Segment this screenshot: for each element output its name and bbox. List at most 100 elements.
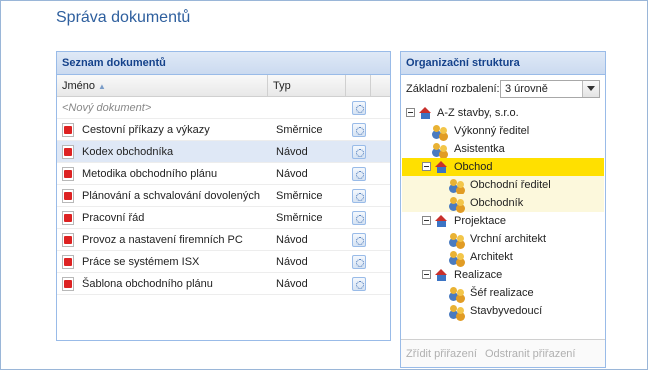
document-name: Šablona obchodního plánu <box>82 278 213 290</box>
table-row[interactable]: Práce se systémem ISX Návod <box>57 251 390 273</box>
table-row[interactable]: Plánování a schvalování dovolených Směrn… <box>57 185 390 207</box>
tree-node[interactable]: Architekt <box>402 248 604 266</box>
document-name: Cestovní příkazy a výkazy <box>82 124 210 136</box>
tree-node-label: Projektace <box>454 215 506 227</box>
table-row[interactable]: Metodika obchodního plánu Návod <box>57 163 390 185</box>
table-row[interactable]: Šablona obchodního plánu Návod <box>57 273 390 295</box>
org-tree: A-Z stavby, s.r.o. Výkonný ředitel Asist… <box>402 104 604 320</box>
tree-node-label: A-Z stavby, s.r.o. <box>437 107 519 119</box>
tree-node-label: Vrchní architekt <box>470 233 547 245</box>
people-icon <box>433 142 449 156</box>
pdf-icon <box>62 277 74 291</box>
tree-node-label: Výkonný ředitel <box>454 125 530 137</box>
pdf-icon <box>62 255 74 269</box>
sort-ascending-icon: ▲ <box>98 82 106 91</box>
tree-node[interactable]: Realizace <box>402 266 604 284</box>
tree-node[interactable]: Šéf realizace <box>402 284 604 302</box>
pdf-icon <box>62 211 74 225</box>
document-name: Kodex obchodníka <box>82 146 174 158</box>
expand-level-row: Základní rozbalení: 3 úrovně <box>401 78 605 102</box>
pdf-icon <box>62 145 74 159</box>
document-name: Pracovní řád <box>82 212 145 224</box>
document-name: Plánování a schvalování dovolených <box>82 190 260 202</box>
document-name: Provoz a nastavení firemních PC <box>82 234 243 246</box>
document-type: Směrnice <box>276 212 323 224</box>
settings-icon[interactable] <box>352 277 366 291</box>
settings-icon[interactable] <box>352 167 366 181</box>
org-panel-footer: Zřídit přiřazení Odstranit přiřazení <box>401 339 605 367</box>
table-row[interactable]: Cestovní příkazy a výkazy Směrnice <box>57 119 390 141</box>
tree-node-label: Asistentka <box>454 143 505 155</box>
document-type: Návod <box>276 256 308 268</box>
department-icon <box>435 269 448 281</box>
settings-icon[interactable] <box>352 189 366 203</box>
expand-level-value: 3 úrovně <box>505 83 548 95</box>
settings-icon[interactable] <box>352 233 366 247</box>
people-icon <box>450 232 466 246</box>
column-header-actions <box>346 75 371 97</box>
column-header-name[interactable]: Jméno ▲ <box>57 75 268 97</box>
document-type: Návod <box>276 168 308 180</box>
column-header-type-label: Typ <box>273 80 291 92</box>
tree-node-label: Stavbyvedoucí <box>470 305 543 317</box>
department-icon <box>435 215 448 227</box>
document-type: Návod <box>276 278 308 290</box>
document-name: Metodika obchodního plánu <box>82 168 218 180</box>
tree-node-selected[interactable]: Obchod <box>402 158 604 176</box>
document-type: Návod <box>276 146 308 158</box>
collapse-toggle-icon[interactable] <box>406 108 415 117</box>
remove-assignment-button[interactable]: Odstranit přiřazení <box>485 348 575 360</box>
tree-node[interactable]: Projektace <box>402 212 604 230</box>
org-structure-panel: Organizační struktura Základní rozbalení… <box>400 51 606 368</box>
people-icon <box>450 250 466 264</box>
collapse-toggle-icon[interactable] <box>422 270 431 279</box>
people-icon <box>450 304 466 318</box>
documents-panel: Seznam dokumentů Jméno ▲ Typ <Nový dokume… <box>56 51 391 341</box>
settings-icon[interactable] <box>352 123 366 137</box>
settings-icon[interactable] <box>352 101 366 115</box>
company-icon <box>419 107 432 119</box>
people-icon <box>450 196 466 210</box>
collapse-toggle-icon[interactable] <box>422 162 431 171</box>
page-title: Správa dokumentů <box>56 9 191 26</box>
table-row[interactable]: Kodex obchodníka Návod <box>57 141 390 163</box>
pdf-icon <box>62 123 74 137</box>
people-icon <box>450 286 466 300</box>
table-row[interactable]: Pracovní řád Směrnice <box>57 207 390 229</box>
org-panel-title: Organizační struktura <box>401 52 605 75</box>
pdf-icon <box>62 167 74 181</box>
column-header-name-label: Jméno <box>62 80 96 92</box>
table-row[interactable]: Provoz a nastavení firemních PC Návod <box>57 229 390 251</box>
tree-node[interactable]: Stavbyvedoucí <box>402 302 604 320</box>
tree-node[interactable]: Obchodník <box>402 194 604 212</box>
people-icon <box>433 124 449 138</box>
documents-grid-header: Jméno ▲ Typ <box>57 75 390 97</box>
tree-node-label: Realizace <box>454 269 503 281</box>
tree-node-label: Obchodní ředitel <box>470 179 551 191</box>
expand-level-select[interactable]: 3 úrovně <box>500 80 600 98</box>
collapse-toggle-icon[interactable] <box>422 216 431 225</box>
new-document-row[interactable]: <Nový dokument> <box>57 97 390 119</box>
tree-node[interactable]: Obchodní ředitel <box>402 176 604 194</box>
tree-node[interactable]: Výkonný ředitel <box>402 122 604 140</box>
pdf-icon <box>62 189 74 203</box>
tree-node-label: Architekt <box>470 251 513 263</box>
window-frame: Správa dokumentů Seznam dokumentů Jméno ▲… <box>0 0 648 370</box>
department-icon <box>435 161 448 173</box>
create-assignment-button[interactable]: Zřídit přiřazení <box>406 348 477 360</box>
pdf-icon <box>62 233 74 247</box>
tree-node-label: Šéf realizace <box>470 287 534 299</box>
tree-node-label: Obchodník <box>470 197 524 209</box>
people-icon <box>450 178 466 192</box>
column-header-type[interactable]: Typ <box>268 75 346 97</box>
tree-node[interactable]: Asistentka <box>402 140 604 158</box>
tree-node[interactable]: Vrchní architekt <box>402 230 604 248</box>
chevron-down-icon[interactable] <box>582 81 599 97</box>
document-type: Návod <box>276 234 308 246</box>
settings-icon[interactable] <box>352 145 366 159</box>
tree-node-root[interactable]: A-Z stavby, s.r.o. <box>402 104 604 122</box>
settings-icon[interactable] <box>352 255 366 269</box>
settings-icon[interactable] <box>352 211 366 225</box>
new-document-placeholder: <Nový dokument> <box>62 102 152 114</box>
documents-panel-title: Seznam dokumentů <box>57 52 390 75</box>
